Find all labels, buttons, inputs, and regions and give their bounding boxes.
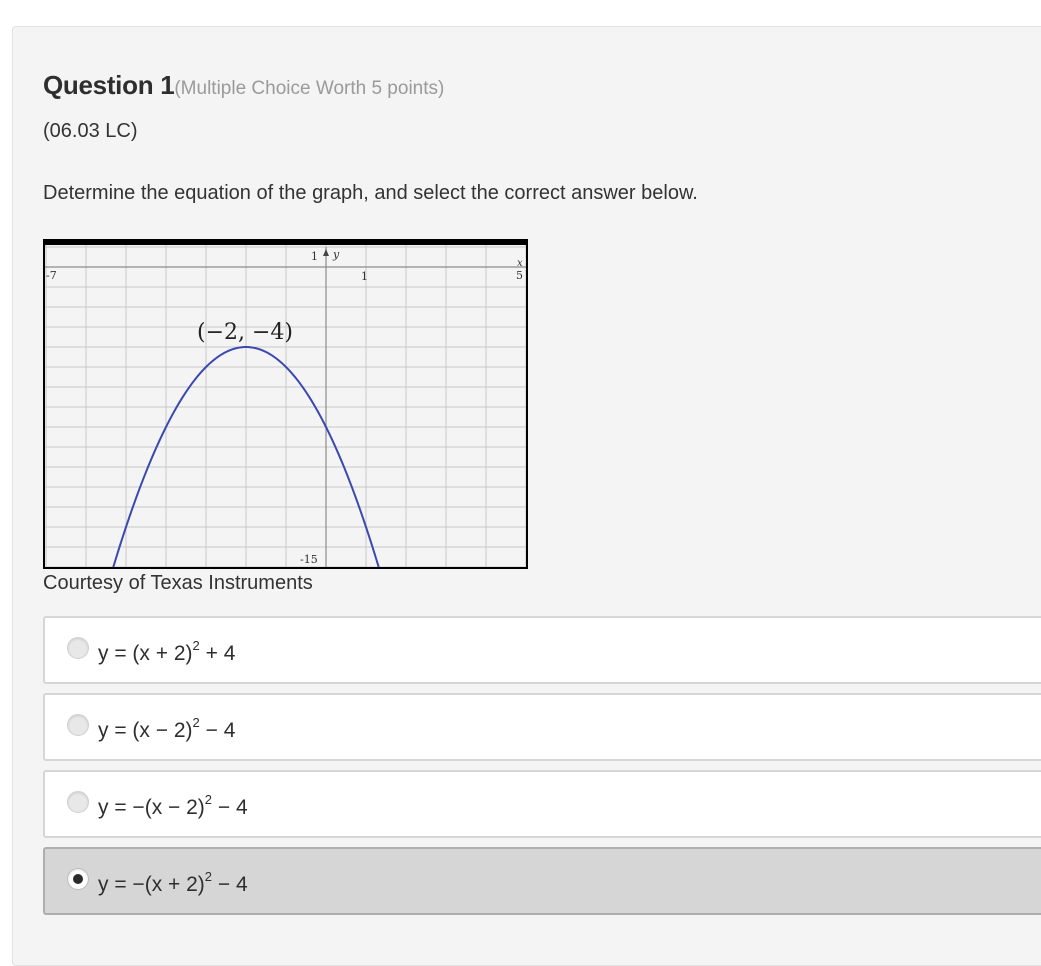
parabola-graph: -7 5 x 1 1 y -15 (−2, −4) — [43, 239, 528, 569]
graph-image: -7 5 x 1 1 y -15 (−2, −4) — [43, 239, 528, 569]
graph-caption: Courtesy of Texas Instruments — [43, 572, 313, 594]
label-x-tick: 1 — [361, 270, 368, 283]
label-y-axis: y — [332, 248, 340, 261]
y-axis-arrow-icon — [323, 249, 329, 256]
answer-text: y = (x + 2)2 + 4 — [98, 638, 236, 665]
label-xmax: 5 — [516, 269, 523, 282]
label-y-tick: 1 — [311, 250, 318, 263]
radio-button[interactable] — [67, 714, 89, 736]
radio-button[interactable] — [67, 868, 89, 890]
question-number: Question 1 — [43, 70, 175, 100]
radio-dot — [73, 874, 83, 884]
question-meta: (Multiple Choice Worth 5 points) — [174, 78, 445, 99]
answer-text: y = −(x − 2)2 − 4 — [98, 792, 248, 819]
radio-button[interactable] — [67, 791, 89, 813]
question-header: Question 1(Multiple Choice Worth 5 point… — [43, 70, 444, 101]
graph-grid — [44, 245, 527, 568]
answer-text: y = (x − 2)2 − 4 — [98, 715, 236, 742]
answer-option-4[interactable]: y = −(x + 2)2 − 4 — [43, 847, 1041, 915]
answer-option-2[interactable]: y = (x − 2)2 − 4 — [43, 693, 1041, 761]
answer-text: y = −(x + 2)2 − 4 — [98, 869, 248, 896]
answer-option-3[interactable]: y = −(x − 2)2 − 4 — [43, 770, 1041, 838]
question-prompt: Determine the equation of the graph, and… — [43, 182, 698, 204]
question-code: (06.03 LC) — [43, 120, 138, 142]
answer-option-1[interactable]: y = (x + 2)2 + 4 — [43, 616, 1041, 684]
label-ymin: -15 — [300, 553, 318, 566]
label-x-axis: x — [517, 258, 523, 269]
radio-button[interactable] — [67, 637, 89, 659]
vertex-label: (−2, −4) — [197, 320, 293, 345]
label-xmin: -7 — [46, 269, 57, 282]
